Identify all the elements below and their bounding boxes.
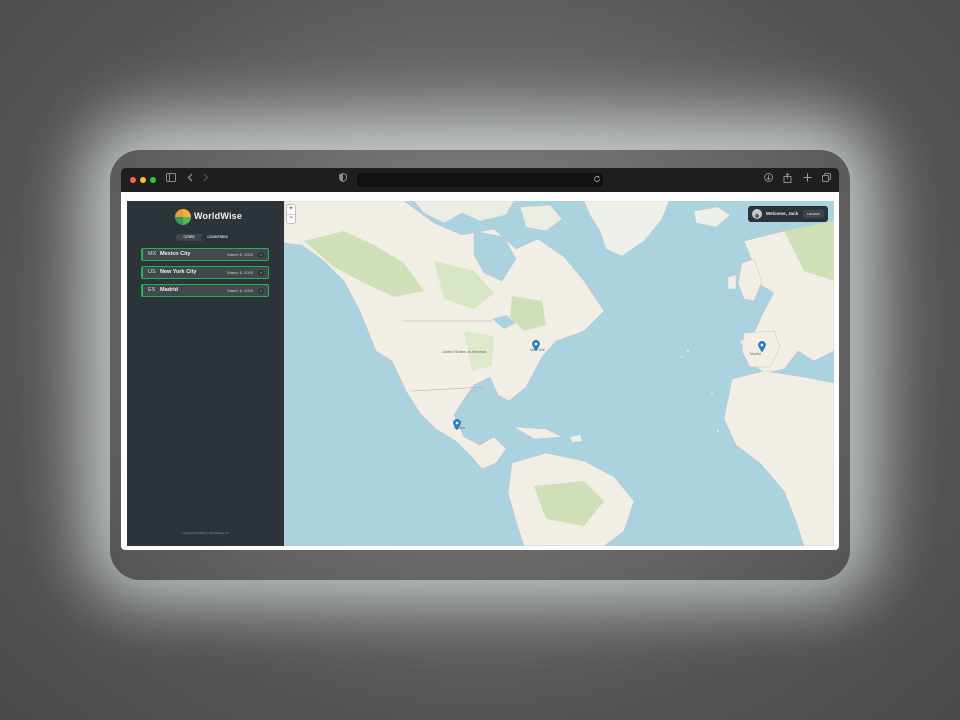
delete-city-button[interactable]: × [258,288,264,294]
user-panel: Welcome, Jack LOGOUT [748,206,828,222]
download-icon[interactable] [764,173,773,187]
sidebar-toggle-icon[interactable] [166,173,176,187]
tab-countries[interactable]: COUNTRIES [201,234,234,241]
close-window-button[interactable] [130,177,136,183]
city-date: March 6, 2025 [227,270,253,275]
browser-window: WorldWise CITIES COUNTRIES MX Mexico Cit… [121,168,839,550]
city-item-new-york-city[interactable]: US New York City March 6, 2025 × [141,266,269,279]
map-marker-mexico-city[interactable] [453,419,461,430]
worldwise-logo-icon[interactable] [175,209,191,225]
map-label-us: United States of America [442,349,487,354]
map-marker-madrid[interactable] [758,341,766,352]
delete-city-button[interactable]: × [258,270,264,276]
city-item-madrid[interactable]: ES Madrid March 6, 2025 × [141,284,269,297]
map-marker-new-york-city[interactable] [532,340,540,351]
delete-city-button[interactable]: × [258,252,264,258]
avatar [752,209,762,219]
brand-name[interactable]: WorldWise [194,211,242,221]
app-container: WorldWise CITIES COUNTRIES MX Mexico Cit… [127,201,834,546]
sidebar: WorldWise CITIES COUNTRIES MX Mexico Cit… [127,201,284,546]
back-arrow-icon[interactable] [187,173,193,187]
minimize-window-button[interactable] [140,177,146,183]
city-item-mexico-city[interactable]: MX Mexico City March 5, 2025 × [141,248,269,261]
address-bar[interactable] [357,173,603,187]
reload-icon[interactable] [593,174,601,188]
app-nav-tabs: CITIES COUNTRIES [176,234,234,241]
tab-overview-icon[interactable] [822,173,831,187]
zoom-out-button[interactable]: − [287,214,295,223]
copyright-text: © Copyright 2025 by WorldWise Inc. [181,531,230,535]
map-label-madrid: Madrid [750,352,761,356]
share-icon[interactable] [783,172,792,188]
browser-titlebar [121,168,839,192]
forward-arrow-icon[interactable] [203,173,209,187]
privacy-shield-icon[interactable] [339,172,347,187]
city-name: Mexico City [160,251,191,257]
welcome-text: Welcome, Jack [766,211,799,216]
country-code: ES [148,287,156,293]
map-zoom-control: + − [287,205,295,223]
city-date: March 5, 2025 [227,252,253,257]
tab-cities[interactable]: CITIES [176,234,202,241]
world-map[interactable]: United States of America México New York… [284,201,834,546]
map-view[interactable]: United States of America México New York… [284,201,834,546]
country-code: US [148,269,156,275]
city-date: March 6, 2025 [227,288,253,293]
city-name: New York City [160,269,197,275]
logout-button[interactable]: LOGOUT [803,210,824,218]
new-tab-plus-icon[interactable] [803,173,812,187]
maximize-window-button[interactable] [150,177,156,183]
country-code: MX [148,251,157,257]
city-name: Madrid [160,287,179,293]
